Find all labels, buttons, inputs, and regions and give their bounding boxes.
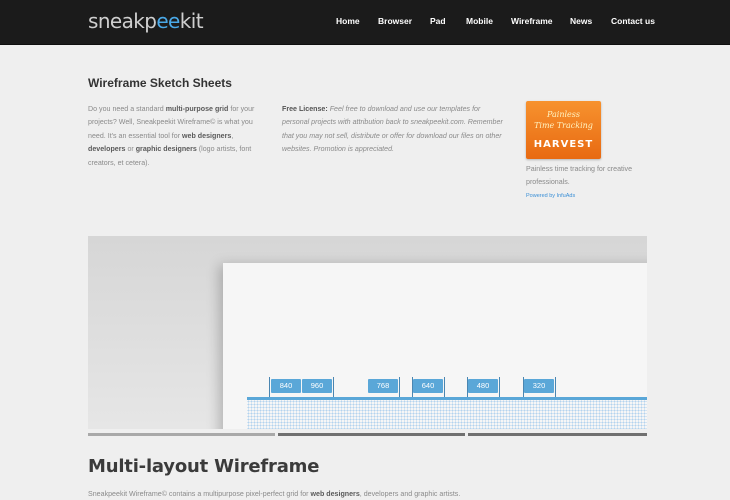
section-description: Sneakpeekit Wireframe© contains a multip… — [88, 488, 508, 500]
ad-brand: HARVEST — [533, 139, 594, 150]
breakpoint-label: 320 — [524, 379, 554, 393]
intro-bold-text: graphic designers — [135, 145, 197, 154]
intro-text: Do you need a standard — [88, 105, 166, 113]
license-label: Free License: — [282, 105, 328, 113]
intro-description: Do you need a standard multi-purpose gri… — [88, 103, 268, 170]
intro-bold-text: multi-purpose grid — [165, 105, 229, 113]
breakpoint-tick — [444, 377, 445, 397]
nav-home[interactable]: Home — [336, 16, 360, 26]
logo-text-part1: sneakp — [88, 9, 157, 33]
section-title: Multi-layout Wireframe — [88, 456, 320, 477]
nav-pad[interactable]: Pad — [430, 16, 446, 26]
breakpoint-label: 640 — [413, 379, 443, 393]
site-logo[interactable]: sneakpeekit — [88, 9, 204, 33]
intro-text: , — [231, 131, 234, 140]
section-text: Sneakpeekit Wireframe© contains a multip… — [88, 490, 311, 498]
logo-text-accent: ee — [156, 9, 180, 33]
nav-news[interactable]: News — [570, 16, 592, 26]
wireframe-sheet-image: 840 960 768 640 480 320 — [223, 263, 647, 429]
slider-tab-3[interactable] — [468, 433, 647, 436]
section-bold-text: web designers — [310, 490, 360, 498]
page-title: Wireframe Sketch Sheets — [88, 76, 232, 90]
nav-wireframe[interactable]: Wireframe — [511, 16, 553, 26]
intro-bold-text: web designers — [182, 131, 232, 140]
nav-mobile[interactable]: Mobile — [466, 16, 493, 26]
breakpoint-label: 840 — [271, 379, 301, 393]
breakpoint-label: 768 — [368, 379, 398, 393]
breakpoint-tick — [333, 377, 334, 397]
slider-tab-1[interactable] — [88, 433, 275, 436]
intro-bold-text: developers — [88, 145, 126, 154]
harvest-ad-banner[interactable]: Painless Time Tracking HARVEST — [526, 101, 601, 159]
grid-ruler-line — [247, 397, 647, 400]
ad-tagline-line1: Painless — [546, 110, 580, 119]
intro-text: or — [125, 145, 136, 154]
breakpoint-label: 960 — [302, 379, 332, 393]
license-note: Free License: Feel free to download and … — [282, 103, 507, 157]
ad-tagline-line2: Time Tracking — [534, 121, 593, 130]
ad-text: Painless time tracking for creative prof… — [526, 165, 633, 186]
logo-text-part3: kit — [179, 9, 204, 33]
hero-image: 840 960 768 640 480 320 — [88, 236, 647, 429]
breakpoint-label: 480 — [468, 379, 498, 393]
slider-tab-2[interactable] — [278, 433, 465, 436]
nav-browser[interactable]: Browser — [378, 16, 412, 26]
section-text: , developers and graphic artists. — [359, 490, 461, 498]
ad-powered-link[interactable]: Powered by InfuAds — [526, 193, 575, 199]
dot-grid — [247, 400, 647, 429]
breakpoint-tick — [399, 377, 400, 397]
nav-contact-us[interactable]: Contact us — [611, 16, 655, 26]
top-nav-bar: sneakpeekit Home Browser Pad Mobile Wire… — [0, 0, 730, 45]
breakpoint-tick — [269, 377, 270, 397]
ad-tagline: Painless Time Tracking — [526, 109, 601, 131]
breakpoint-tick — [555, 377, 556, 397]
breakpoint-tick — [499, 377, 500, 397]
